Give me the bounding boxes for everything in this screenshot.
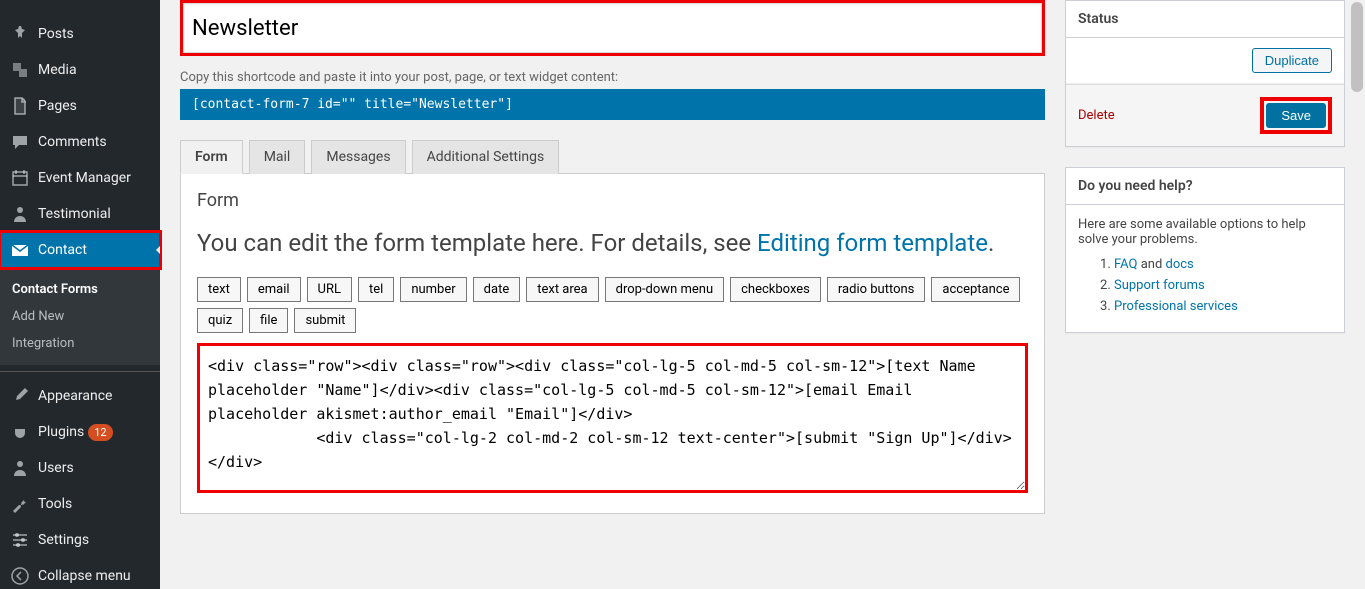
- collapse-icon: [10, 566, 30, 586]
- panel-description: You can edit the form template here. For…: [197, 227, 1028, 261]
- tab-mail[interactable]: Mail: [249, 140, 306, 174]
- panel-heading: Form: [197, 190, 1028, 211]
- tag-button-radio-buttons[interactable]: radio buttons: [827, 277, 926, 302]
- help-item: Support forums: [1114, 278, 1332, 293]
- sidebar-item-pages[interactable]: Pages: [0, 88, 160, 124]
- form-panel: Form You can edit the form template here…: [180, 173, 1045, 514]
- duplicate-button[interactable]: Duplicate: [1252, 48, 1332, 73]
- sub-item-contact-forms[interactable]: Contact Forms: [0, 276, 160, 303]
- sliders-icon: [10, 530, 30, 550]
- form-template-textarea[interactable]: [197, 343, 1028, 493]
- help-heading: Do you need help?: [1066, 168, 1344, 205]
- sidebar-item-label: Event Manager: [38, 170, 131, 186]
- tag-button-number[interactable]: number: [400, 277, 466, 302]
- sidebar-item-label: Media: [38, 62, 77, 78]
- help-list: FAQ and docs Support forums Professional…: [1078, 257, 1332, 314]
- tag-button-text[interactable]: text: [197, 277, 241, 302]
- wrench-icon: [10, 494, 30, 514]
- form-title-input[interactable]: [183, 3, 1042, 53]
- contact-submenu: Contact Forms Add New Integration: [0, 268, 160, 365]
- sub-item-add-new[interactable]: Add New: [0, 303, 160, 330]
- sidebar-item-label: Appearance: [38, 388, 112, 404]
- tag-button-file[interactable]: file: [249, 308, 288, 333]
- sub-item-integration[interactable]: Integration: [0, 330, 160, 357]
- tag-button-date[interactable]: date: [473, 277, 521, 302]
- sidebar-item-media[interactable]: Media: [0, 52, 160, 88]
- scrollbar-thumb[interactable]: [1351, 2, 1363, 92]
- support-forums-link[interactable]: Support forums: [1114, 278, 1205, 293]
- tag-button-URL[interactable]: URL: [307, 277, 352, 302]
- professional-services-link[interactable]: Professional services: [1114, 299, 1238, 314]
- page-icon: [10, 96, 30, 116]
- help-intro: Here are some available options to help …: [1078, 217, 1332, 247]
- faq-link[interactable]: FAQ: [1114, 257, 1137, 272]
- tag-button-checkboxes[interactable]: checkboxes: [730, 277, 821, 302]
- tag-generator-buttons: textemailURLtelnumber datetext area drop-d…: [197, 277, 1028, 333]
- sidebar-item-testimonial[interactable]: Testimonial: [0, 196, 160, 232]
- sidebar-item-label: Posts: [38, 26, 74, 42]
- sidebar-item-appearance[interactable]: Appearance: [0, 378, 160, 414]
- main-content: Copy this shortcode and paste it into yo…: [180, 0, 1045, 574]
- status-heading: Status: [1066, 1, 1344, 38]
- sidebar-item-label: Testimonial: [38, 206, 111, 222]
- status-box: Status Duplicate Delete Save: [1065, 0, 1345, 147]
- sidebar-item-settings[interactable]: Settings: [0, 522, 160, 558]
- plug-icon: [10, 422, 30, 442]
- help-item: FAQ and docs: [1114, 257, 1332, 272]
- sidebar-item-label: Settings: [38, 532, 89, 548]
- admin-sidebar: Posts Media Pages Comments Event Manager…: [0, 0, 160, 589]
- editing-form-template-link[interactable]: Editing form template: [757, 229, 988, 257]
- sidebar-item-contact[interactable]: Contact: [0, 232, 160, 268]
- side-column: Status Duplicate Delete Save Do you need…: [1065, 0, 1345, 574]
- plugin-update-badge: 12: [88, 424, 112, 441]
- mail-icon: [10, 240, 30, 260]
- shortcode-hint: Copy this shortcode and paste it into yo…: [180, 70, 1045, 85]
- calendar-icon: [10, 168, 30, 188]
- media-icon: [10, 60, 30, 80]
- tag-button-email[interactable]: email: [247, 277, 301, 302]
- sidebar-item-users[interactable]: Users: [0, 450, 160, 486]
- sidebar-item-label: Contact: [38, 242, 87, 258]
- pin-icon: [10, 24, 30, 44]
- sidebar-item-label: Pages: [38, 98, 77, 114]
- person-icon: [10, 204, 30, 224]
- tag-button-drop-down-menu[interactable]: drop-down menu: [605, 277, 724, 302]
- sidebar-item-label: Comments: [38, 134, 107, 150]
- brush-icon: [10, 386, 30, 406]
- save-button[interactable]: Save: [1266, 103, 1326, 128]
- tag-button-tel[interactable]: tel: [358, 277, 394, 302]
- comment-icon: [10, 132, 30, 152]
- sidebar-item-comments[interactable]: Comments: [0, 124, 160, 160]
- tag-button-submit[interactable]: submit: [294, 308, 356, 333]
- tag-button-text-area[interactable]: text area: [526, 277, 598, 302]
- docs-link[interactable]: docs: [1166, 257, 1194, 272]
- help-item: Professional services: [1114, 299, 1332, 314]
- editor-tabs: Form Mail Messages Additional Settings: [180, 140, 1045, 174]
- sidebar-item-tools[interactable]: Tools: [0, 486, 160, 522]
- tag-button-quiz[interactable]: quiz: [197, 308, 243, 333]
- scrollbar-track[interactable]: [1349, 0, 1365, 589]
- tab-additional-settings[interactable]: Additional Settings: [412, 140, 560, 174]
- help-box: Do you need help? Here are some availabl…: [1065, 167, 1345, 333]
- tab-form[interactable]: Form: [180, 140, 243, 174]
- person-icon: [10, 458, 30, 478]
- delete-link[interactable]: Delete: [1078, 108, 1115, 123]
- tag-button-acceptance[interactable]: acceptance: [931, 277, 1020, 302]
- sidebar-item-label: Tools: [38, 496, 72, 512]
- sidebar-item-label: Collapse menu: [38, 568, 131, 584]
- tab-messages[interactable]: Messages: [311, 140, 405, 174]
- sidebar-item-plugins[interactable]: Plugins 12: [0, 414, 160, 450]
- sidebar-item-label: Plugins: [38, 424, 84, 440]
- sidebar-item-posts[interactable]: Posts: [0, 16, 160, 52]
- sidebar-item-collapse[interactable]: Collapse menu: [0, 558, 160, 589]
- shortcode-display[interactable]: [contact-form-7 id="" title="Newsletter"…: [180, 89, 1045, 120]
- sidebar-item-event-manager[interactable]: Event Manager: [0, 160, 160, 196]
- sidebar-item-label: Users: [38, 460, 74, 476]
